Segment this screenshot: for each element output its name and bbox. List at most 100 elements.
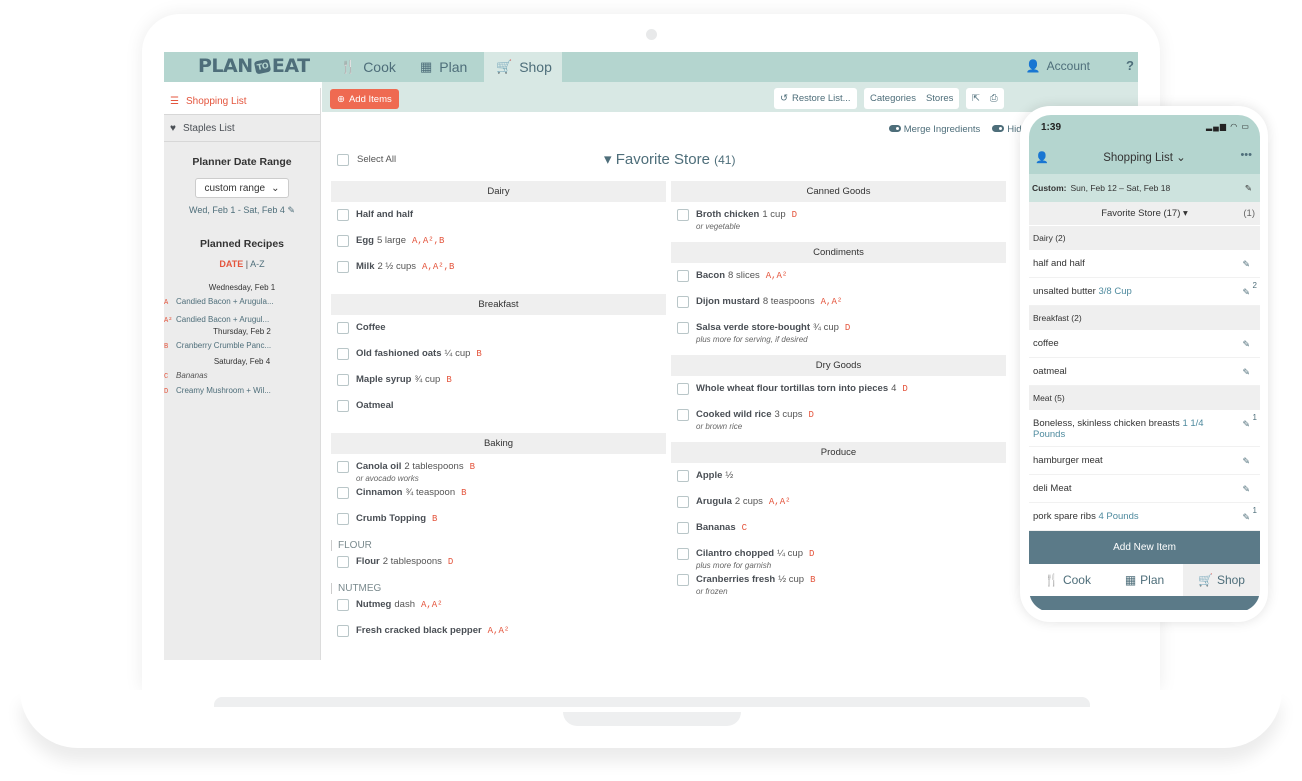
list-item[interactable]: Apple ½ <box>671 469 1006 495</box>
list-item[interactable]: Arugula 2 cups A,A² <box>671 495 1006 521</box>
sidebar-item-staples-list[interactable]: ♥ Staples List <box>164 115 320 142</box>
recipe-refs[interactable]: D <box>448 557 453 567</box>
mobile-list-item[interactable]: half and half ✎ <box>1029 250 1260 278</box>
item-checkbox[interactable] <box>677 296 689 308</box>
pencil-icon[interactable]: ✎ <box>1242 367 1250 378</box>
share-icon[interactable]: ⇱ <box>972 93 980 104</box>
list-item[interactable]: Maple syrup ¾ cup B <box>331 373 666 399</box>
mobile-list-item[interactable]: deli Meat ✎ <box>1029 475 1260 503</box>
list-item[interactable]: Coffee <box>331 321 666 347</box>
list-item[interactable]: Crumb Topping B <box>331 512 666 538</box>
recipe-refs[interactable]: A,A²,B <box>422 262 454 272</box>
recipe-refs[interactable]: D <box>902 384 907 394</box>
pencil-icon[interactable]: ✎ <box>1242 419 1250 430</box>
item-checkbox[interactable] <box>677 409 689 421</box>
recipe-refs[interactable]: A,A²,B <box>412 236 444 246</box>
pencil-icon[interactable]: ✎ <box>1242 287 1250 298</box>
item-checkbox[interactable] <box>337 461 349 473</box>
list-item[interactable]: Canola oil 2 tablespoons Bor avocado works <box>331 460 666 486</box>
mobile-store-header[interactable]: Favorite Store (17) ▾ (1) <box>1029 202 1260 226</box>
add-items-button[interactable]: ⊕ Add Items <box>330 89 399 109</box>
more-icon[interactable]: ••• <box>1240 149 1252 161</box>
mobile-title[interactable]: Shopping List ⌄ <box>1029 150 1260 164</box>
add-new-item-button[interactable]: Add New Item <box>1029 531 1260 564</box>
recipe-refs[interactable]: C <box>742 523 747 533</box>
mobile-tab-cook[interactable]: 🍴 Cook <box>1029 564 1106 596</box>
item-checkbox[interactable] <box>677 383 689 395</box>
mobile-tab-plan[interactable]: ▦ Plan <box>1106 564 1183 596</box>
list-item[interactable]: Whole wheat flour tortillas torn into pi… <box>671 382 1006 408</box>
mobile-list-item[interactable]: Boneless, skinless chicken breasts 1 1/4… <box>1029 410 1260 447</box>
item-checkbox[interactable] <box>337 487 349 499</box>
list-item[interactable]: Flour 2 tablespoons D <box>331 555 666 581</box>
item-checkbox[interactable] <box>677 322 689 334</box>
pencil-icon[interactable]: ✎ <box>1242 339 1250 350</box>
recipe-link[interactable]: A² Candied Bacon + Arugul... <box>164 315 320 325</box>
item-checkbox[interactable] <box>337 556 349 568</box>
print-icon[interactable]: ⎙ <box>990 93 998 104</box>
account-button[interactable]: 👤 Account <box>1026 59 1090 73</box>
logo[interactable]: PLAN TO EAT <box>198 55 310 77</box>
pencil-icon[interactable]: ✎ <box>287 205 295 215</box>
list-item[interactable]: Old fashioned oats ¼ cup B <box>331 347 666 373</box>
list-item[interactable]: Fresh cracked black pepper A,A² <box>331 624 666 650</box>
item-checkbox[interactable] <box>337 513 349 525</box>
list-item[interactable]: Cinnamon ¾ teaspoon B <box>331 486 666 512</box>
pencil-icon[interactable]: ✎ <box>1242 512 1250 523</box>
list-item[interactable]: Bacon 8 slices A,A² <box>671 269 1006 295</box>
recipe-link[interactable]: C Bananas <box>164 371 320 381</box>
select-all-checkbox[interactable] <box>337 154 349 166</box>
list-item[interactable]: Cranberries fresh ½ cup Bor frozen <box>671 573 1006 599</box>
recipe-refs[interactable]: A,A² <box>821 297 843 307</box>
select-all[interactable]: Select All <box>337 153 396 166</box>
recipe-refs[interactable]: B <box>810 575 815 585</box>
item-checkbox[interactable] <box>677 496 689 508</box>
store-heading[interactable]: ▾ Favorite Store (41) <box>604 150 735 168</box>
list-item[interactable]: Egg 5 large A,A²,B <box>331 234 666 260</box>
item-checkbox[interactable] <box>337 374 349 386</box>
item-checkbox[interactable] <box>677 522 689 534</box>
nav-tab-cook[interactable]: 🍴 Cook <box>328 52 408 82</box>
recipe-refs[interactable]: B <box>432 514 437 524</box>
help-button[interactable]: ? <box>1126 58 1134 73</box>
item-checkbox[interactable] <box>337 400 349 412</box>
pencil-icon[interactable]: ✎ <box>1245 183 1252 194</box>
item-checkbox[interactable] <box>337 261 349 273</box>
recipe-refs[interactable]: B <box>446 375 451 385</box>
item-checkbox[interactable] <box>337 322 349 334</box>
recipe-refs[interactable]: D <box>792 210 797 220</box>
item-checkbox[interactable] <box>677 574 689 586</box>
item-checkbox[interactable] <box>337 599 349 611</box>
custom-range-bar[interactable]: Custom: Sun, Feb 12 – Sat, Feb 18 ✎ <box>1029 174 1260 202</box>
date-range-select[interactable]: custom range ⌄ <box>195 178 289 198</box>
item-checkbox[interactable] <box>337 625 349 637</box>
item-checkbox[interactable] <box>677 470 689 482</box>
item-checkbox[interactable] <box>677 209 689 221</box>
recipe-refs[interactable]: A,A² <box>766 271 788 281</box>
recipe-refs[interactable]: A,A² <box>769 497 791 507</box>
date-range-display[interactable]: Wed, Feb 1 - Sat, Feb 4 ✎ <box>164 205 320 216</box>
item-checkbox[interactable] <box>337 235 349 247</box>
item-checkbox[interactable] <box>337 348 349 360</box>
nav-tab-shop[interactable]: 🛒 Shop <box>484 52 562 82</box>
item-checkbox[interactable] <box>677 270 689 282</box>
recipe-refs[interactable]: A,A² <box>421 600 443 610</box>
sort-by-az[interactable]: A-Z <box>250 259 265 269</box>
recipe-refs[interactable]: A,A² <box>488 626 510 636</box>
pencil-icon[interactable]: ✎ <box>1242 259 1250 270</box>
stores-button[interactable]: Stores <box>926 93 953 104</box>
mobile-list-item[interactable]: pork spare ribs 4 Pounds ✎ 1 <box>1029 503 1260 531</box>
list-item[interactable]: Broth chicken 1 cup Dor vegetable <box>671 208 1006 234</box>
list-item[interactable]: Salsa verde store-bought ¾ cup Dplus more … <box>671 321 1006 347</box>
list-item[interactable]: Bananas C <box>671 521 1006 547</box>
item-checkbox[interactable] <box>677 548 689 560</box>
list-item[interactable]: Half and half <box>331 208 666 234</box>
recipe-link[interactable]: B Cranberry Crumble Panc... <box>164 341 320 351</box>
list-item[interactable]: Milk 2 ½ cups A,A²,B <box>331 260 666 286</box>
list-item[interactable]: Cilantro chopped ¼ cup Dplus more for garn… <box>671 547 1006 573</box>
recipe-link[interactable]: D Creamy Mushroom + Wil... <box>164 386 320 396</box>
recipe-link[interactable]: A Candied Bacon + Arugula... <box>164 297 320 307</box>
mobile-tab-shop[interactable]: 🛒 Shop <box>1183 564 1260 596</box>
mobile-list-item[interactable]: unsalted butter 3/8 Cup ✎ 2 <box>1029 278 1260 306</box>
recipe-refs[interactable]: B <box>470 462 475 472</box>
